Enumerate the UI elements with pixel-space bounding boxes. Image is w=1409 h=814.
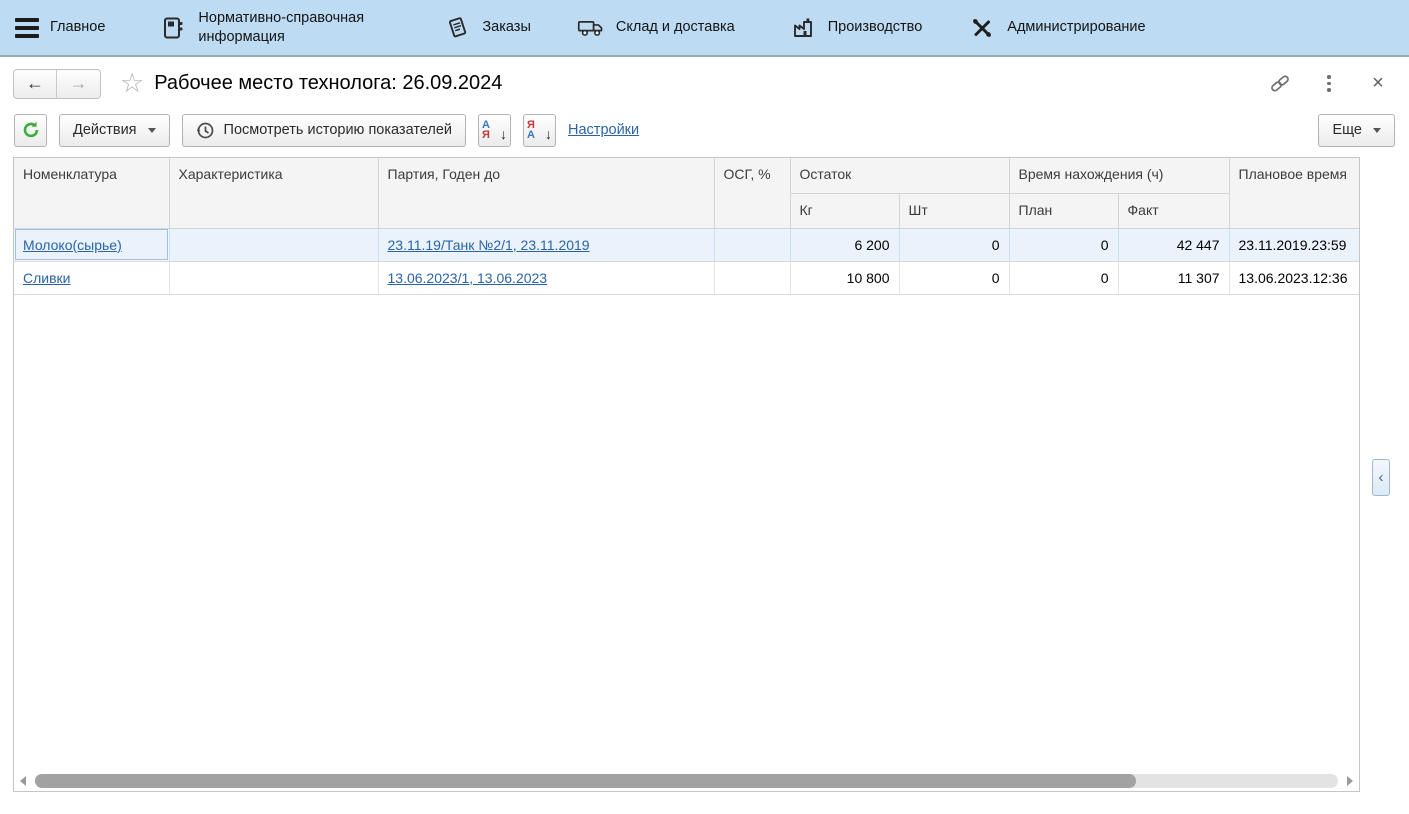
scrollbar-thumb[interactable]: [35, 774, 1136, 788]
scrollbar-track[interactable]: [35, 774, 1338, 788]
scroll-left-arrow[interactable]: [17, 775, 29, 787]
down-arrow-icon: ↓: [545, 126, 552, 142]
cell-planned-time[interactable]: 23.11.2019.23:59: [1229, 228, 1360, 261]
refresh-button[interactable]: [14, 114, 47, 147]
cell-fact[interactable]: 42 447: [1118, 228, 1229, 261]
sort-descending-button[interactable]: ЯА ↓: [523, 114, 556, 147]
down-arrow-icon: ↓: [500, 126, 507, 142]
menu-item-label: Заказы: [482, 18, 530, 36]
col-header-nomenclature[interactable]: Номенклатура: [14, 158, 169, 228]
chevron-down-icon: [1373, 128, 1381, 133]
col-header-fact[interactable]: Факт: [1118, 193, 1229, 228]
left-triangle-icon: [20, 776, 26, 786]
notebook-icon: [159, 14, 187, 42]
cell-characteristic[interactable]: [169, 261, 378, 294]
back-button[interactable]: ←: [14, 70, 57, 98]
cell-kg[interactable]: 6 200: [790, 228, 899, 261]
chevron-down-icon: [148, 128, 156, 133]
top-menu-bar: Главное Нормативно-справочная информация…: [0, 0, 1409, 57]
sort-descending-icon: ЯА: [527, 120, 535, 140]
cell-osg[interactable]: [714, 228, 790, 261]
menu-item-production[interactable]: Производство: [789, 14, 923, 42]
menu-item-main[interactable]: Главное: [15, 18, 105, 38]
page-title: Рабочее место технолога: 26.09.2024: [154, 72, 502, 95]
back-arrow-icon: ←: [26, 73, 44, 94]
chevron-left-icon: ‹: [1379, 469, 1384, 486]
col-header-pcs[interactable]: Шт: [899, 193, 1009, 228]
cell-osg[interactable]: [714, 261, 790, 294]
menu-item-nsi[interactable]: Нормативно-справочная информация: [159, 9, 403, 45]
cell-plan[interactable]: 0: [1009, 228, 1118, 261]
menu-item-label: Склад и доставка: [616, 18, 735, 36]
nav-history-group: ← →: [13, 69, 101, 99]
sort-ascending-icon: АЯ: [482, 120, 490, 140]
col-header-plan[interactable]: План: [1009, 193, 1118, 228]
menu-item-administration[interactable]: Администрирование: [968, 14, 1145, 42]
hamburger-icon: [15, 18, 39, 38]
cell-kg[interactable]: 10 800: [790, 261, 899, 294]
view-history-button[interactable]: Посмотреть историю показателей: [182, 114, 466, 147]
link-chain-icon: [1269, 72, 1291, 95]
table-row: Молоко(сырье) 23.11.19/Танк №2/1, 23.11.…: [14, 228, 1360, 261]
batch-link[interactable]: 13.06.2023/1, 13.06.2023: [388, 270, 548, 286]
toolbar: Действия Посмотреть историю показателей …: [0, 110, 1409, 150]
menu-item-label: Администрирование: [1007, 18, 1145, 36]
right-triangle-icon: [1347, 776, 1353, 786]
get-link-button[interactable]: [1269, 73, 1291, 95]
cell-characteristic[interactable]: [169, 228, 378, 261]
more-button-label: Еще: [1332, 122, 1362, 138]
cell-pcs[interactable]: 0: [899, 228, 1009, 261]
nomenclature-link[interactable]: Молоко(сырье): [23, 237, 122, 253]
cell-nomenclature[interactable]: Сливки: [14, 261, 169, 294]
forward-button[interactable]: →: [57, 70, 100, 98]
col-header-osg[interactable]: ОСГ, %: [714, 158, 790, 228]
menu-item-label: Нормативно-справочная информация: [198, 9, 403, 45]
close-button[interactable]: ×: [1367, 73, 1389, 95]
expand-side-panel-button[interactable]: ‹: [1372, 459, 1390, 496]
col-header-kg[interactable]: Кг: [790, 193, 899, 228]
more-button[interactable]: Еще: [1318, 114, 1395, 147]
truck-icon: [577, 14, 605, 42]
settings-link[interactable]: Настройки: [568, 122, 639, 138]
history-clock-icon: [196, 121, 215, 140]
tools-icon: [968, 14, 996, 42]
cell-nomenclature[interactable]: Молоко(сырье): [14, 228, 169, 261]
receipt-icon: [443, 14, 471, 42]
view-history-label: Посмотреть историю показателей: [224, 122, 452, 138]
batch-link[interactable]: 23.11.19/Танк №2/1, 23.11.2019: [388, 237, 590, 253]
horizontal-scrollbar: [17, 773, 1356, 789]
cell-batch[interactable]: 23.11.19/Танк №2/1, 23.11.2019: [378, 228, 714, 261]
actions-button[interactable]: Действия: [59, 114, 170, 147]
col-header-planned-time[interactable]: Плановое время: [1229, 158, 1360, 228]
cell-planned-time[interactable]: 13.06.2023.12:36: [1229, 261, 1360, 294]
actions-button-label: Действия: [73, 122, 137, 138]
menu-item-label: Производство: [828, 18, 923, 36]
favorite-star-icon[interactable]: ☆: [120, 70, 144, 97]
col-header-batch[interactable]: Партия, Годен до: [378, 158, 714, 228]
scroll-right-arrow[interactable]: [1344, 775, 1356, 787]
col-header-dwell-time[interactable]: Время нахождения (ч): [1009, 158, 1229, 193]
technologist-table: Номенклатура Характеристика Партия, Годе…: [13, 157, 1360, 792]
menu-item-warehouse[interactable]: Склад и доставка: [577, 14, 735, 42]
cell-plan[interactable]: 0: [1009, 261, 1118, 294]
factory-icon: [789, 14, 817, 42]
title-bar: ← → ☆ Рабочее место технолога: 26.09.202…: [0, 57, 1409, 110]
sort-ascending-button[interactable]: АЯ ↓: [478, 114, 511, 147]
menu-item-label: Главное: [50, 18, 105, 36]
table-row: Сливки 13.06.2023/1, 13.06.2023 10 800 0…: [14, 261, 1360, 294]
cell-fact[interactable]: 11 307: [1118, 261, 1229, 294]
nomenclature-link[interactable]: Сливки: [23, 270, 70, 286]
menu-item-orders[interactable]: Заказы: [443, 14, 530, 42]
kebab-menu-button[interactable]: [1318, 73, 1340, 95]
col-header-rest[interactable]: Остаток: [790, 158, 1009, 193]
cell-pcs[interactable]: 0: [899, 261, 1009, 294]
refresh-icon: [21, 120, 41, 140]
cell-batch[interactable]: 13.06.2023/1, 13.06.2023: [378, 261, 714, 294]
close-icon: ×: [1372, 72, 1384, 95]
col-header-characteristic[interactable]: Характеристика: [169, 158, 378, 228]
forward-arrow-icon: →: [70, 73, 88, 94]
